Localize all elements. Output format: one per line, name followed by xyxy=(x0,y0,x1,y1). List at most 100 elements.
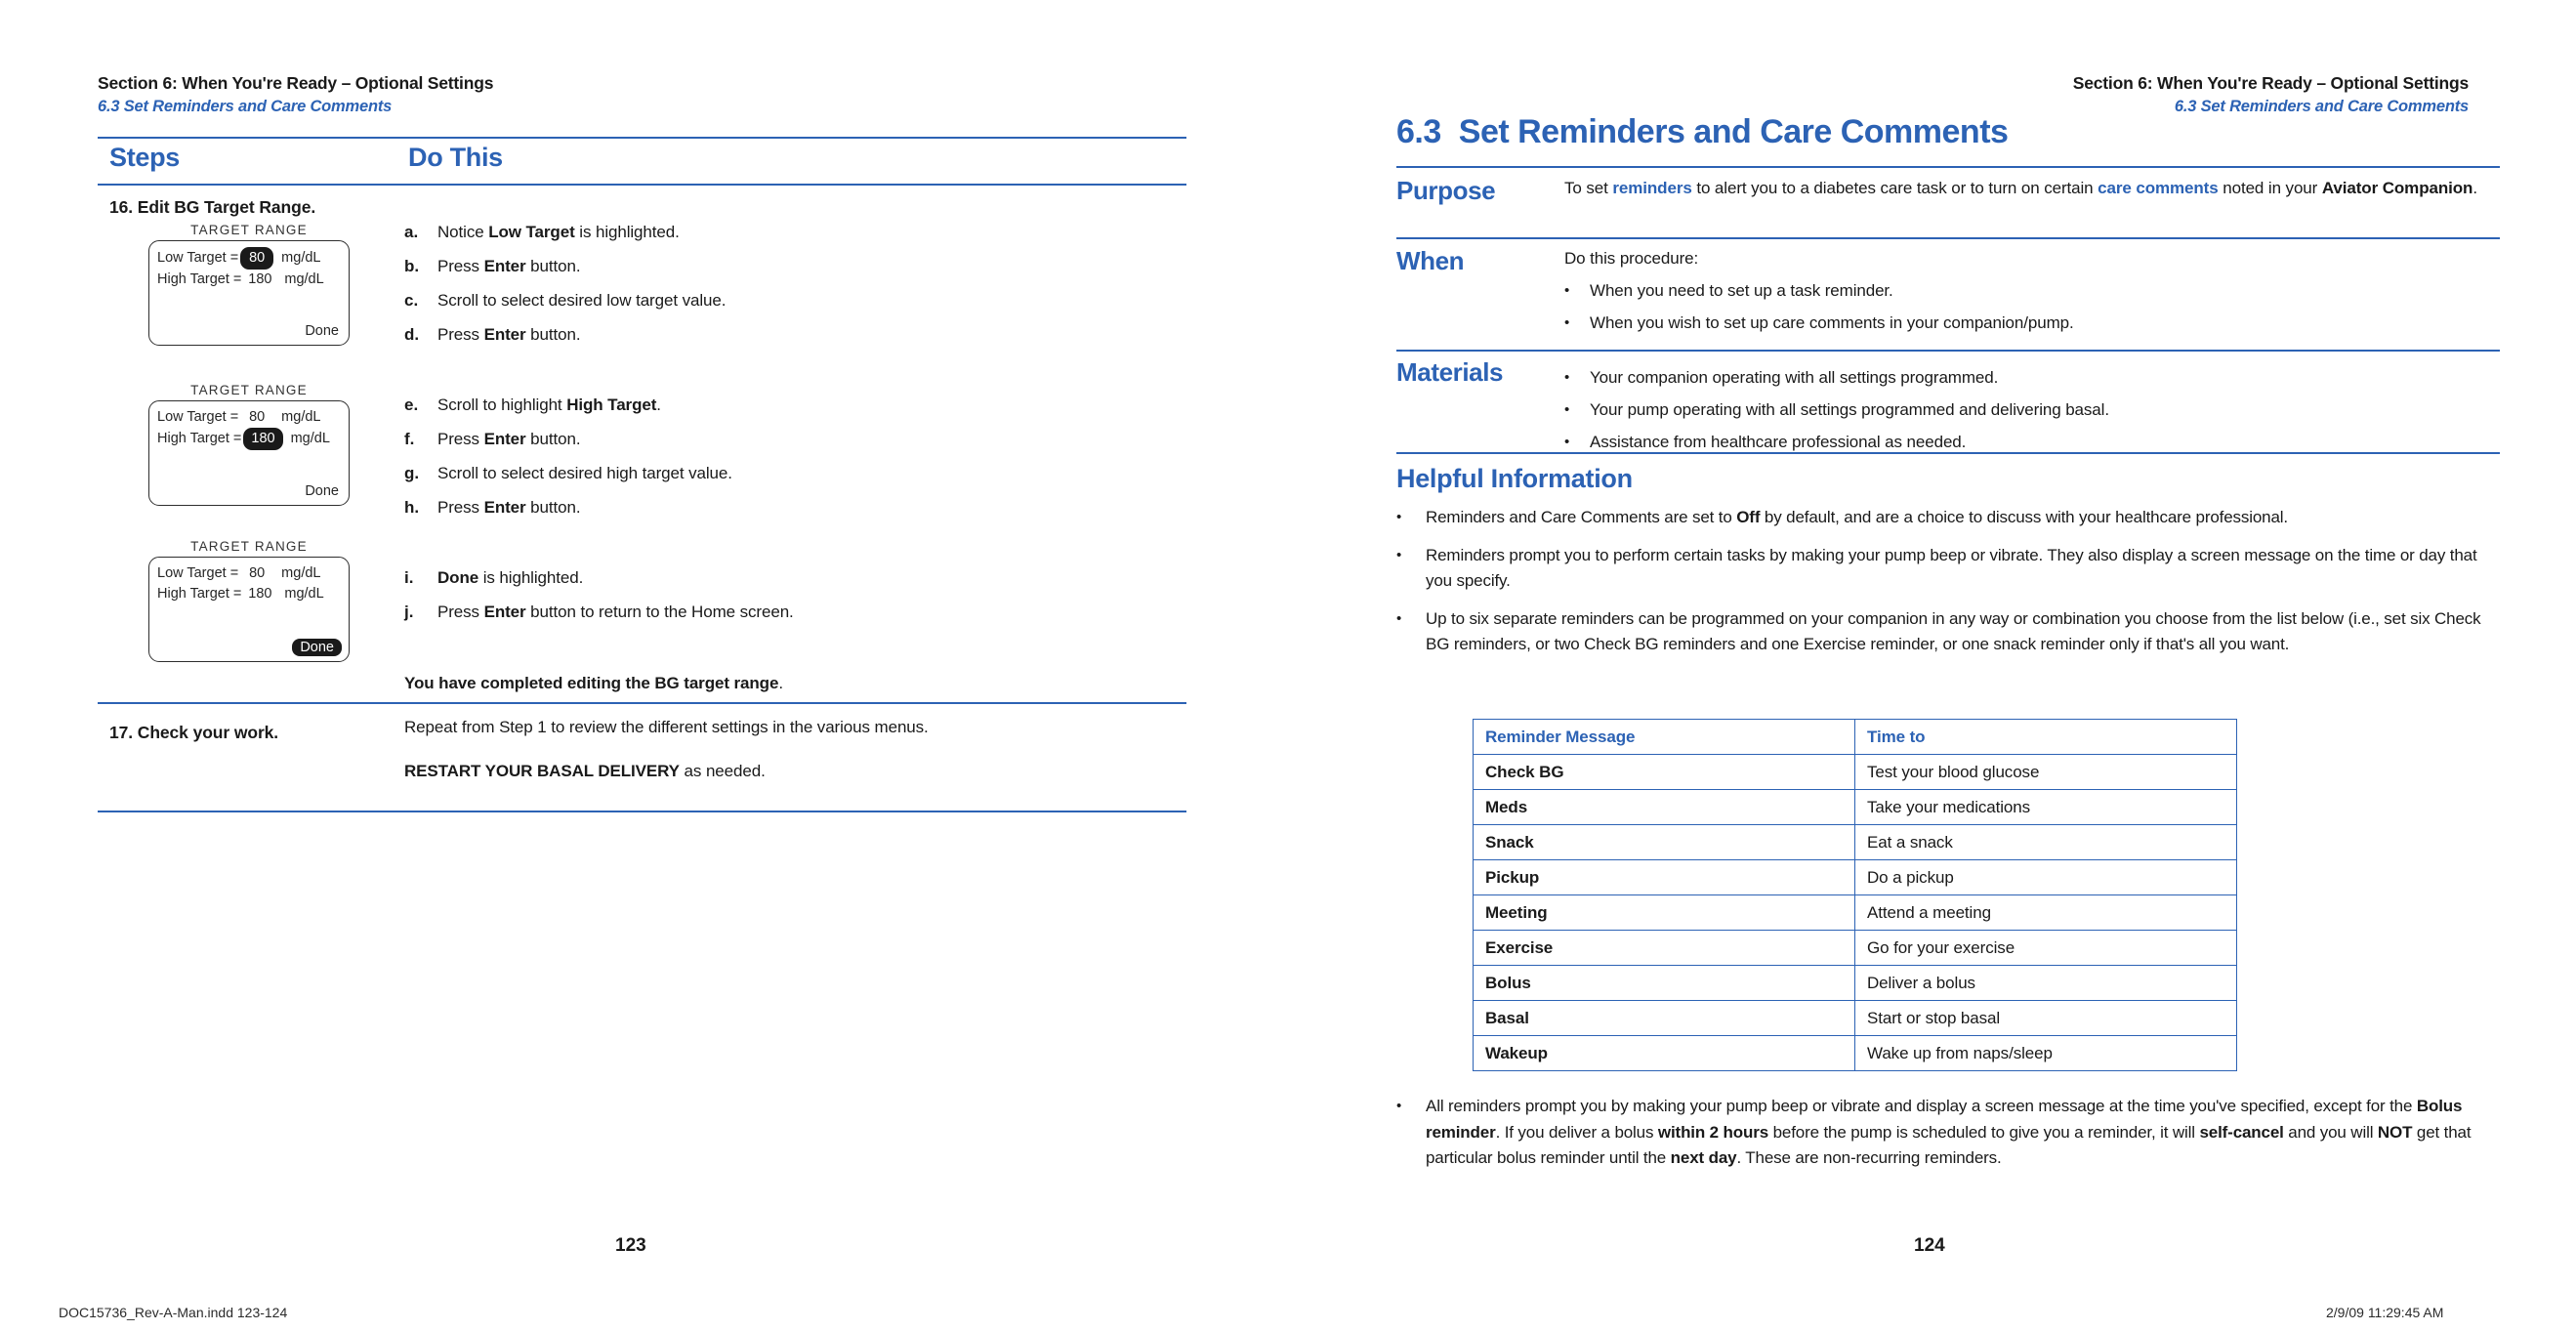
bullet-text: Your pump operating with all settings pr… xyxy=(1590,400,2109,419)
instruction-item: a. Notice Low Target is highlighted. xyxy=(404,219,1088,246)
device-screen-1-low-label: Low Target = xyxy=(157,250,239,266)
bullet-text: Your companion operating with all settin… xyxy=(1590,368,1999,387)
bullet-text: Assistance from healthcare professional … xyxy=(1590,433,1967,451)
reminder-message-cell: Meds xyxy=(1473,789,1855,825)
reminder-time-cell: Wake up from naps/sleep xyxy=(1854,1035,2237,1071)
bullet-dot-icon: • xyxy=(1396,1098,1402,1114)
helpful-bullet-item: • Up to six separate reminders can be pro… xyxy=(1396,606,2500,658)
instruction-item: h. Press Enter button. xyxy=(404,494,1088,521)
running-head-section-right: Section 6: When You're Ready – Optional … xyxy=(2072,73,2469,93)
helpful-bullet-text: Reminders prompt you to perform certain … xyxy=(1426,545,2477,591)
bullet-dot-icon: • xyxy=(1396,509,1402,525)
page-left: Section 6: When You're Ready – Optional … xyxy=(0,0,1288,1331)
bullet-text: When you need to set up a task reminder. xyxy=(1590,281,1893,300)
device-screen-3-low-unit: mg/dL xyxy=(281,565,321,581)
print-spread: Section 6: When You're Ready – Optional … xyxy=(0,0,2576,1331)
when-row: When Do this procedure: • When you need t… xyxy=(1396,246,2500,335)
running-head-right: Section 6: When You're Ready – Optional … xyxy=(2073,73,2469,116)
instruction-text: Press Enter button. xyxy=(437,325,581,344)
purpose-text: To set reminders to alert you to a diabe… xyxy=(1564,179,2477,197)
instruction-marker: e. xyxy=(404,395,419,414)
instruction-item: b. Press Enter button. xyxy=(404,253,1088,280)
bullet-text: When you wish to set up care comments in… xyxy=(1590,313,2074,332)
step-17-line-1: Repeat from Step 1 to review the differe… xyxy=(404,718,929,736)
materials-bullet-list: • Your companion operating with all setti… xyxy=(1564,365,2500,454)
device-screen-2-high-row: High Target = 180 mg/dL xyxy=(157,428,341,450)
reminder-time-cell: Do a pickup xyxy=(1854,859,2237,895)
bullet-dot-icon: • xyxy=(1564,401,1570,418)
device-screen-1-low-row: Low Target = 80 mg/dL xyxy=(157,247,341,270)
reminder-table-header-time: Time to xyxy=(1854,719,2237,755)
purpose-top-rule xyxy=(1396,166,2500,168)
instruction-text: Scroll to select desired high target val… xyxy=(437,464,732,482)
device-screen-3-high-value: 180 xyxy=(248,586,272,602)
reminder-message-cell: Pickup xyxy=(1473,859,1855,895)
steps-table: Steps Do This xyxy=(98,137,1186,183)
instruction-group-2: e. Scroll to highlight High Target. f. Pres… xyxy=(404,392,1088,528)
instruction-marker: d. xyxy=(404,325,420,344)
device-screen-3-done-label: Done xyxy=(292,639,342,656)
table-row: Meds Take your medications xyxy=(1473,789,2237,825)
helpful-bullet-text: Reminders and Care Comments are set to O… xyxy=(1426,508,2288,526)
device-screen-1-high-label: High Target = xyxy=(157,271,242,287)
when-label: When xyxy=(1396,246,1465,275)
imprint-right: 2/9/09 11:29:45 AM xyxy=(2326,1305,2444,1320)
section-title-text: Set Reminders and Care Comments xyxy=(1458,113,2009,150)
instruction-marker: b. xyxy=(404,257,420,275)
do-this-column-header: Do This xyxy=(408,143,503,172)
final-bullet-item: • All reminders prompt you by making your… xyxy=(1396,1094,2510,1172)
instruction-text: Scroll to select desired low target valu… xyxy=(437,291,727,310)
step-17-line-2: RESTART YOUR BASAL DELIVERY as needed. xyxy=(404,762,766,780)
instruction-group-1: a. Notice Low Target is highlighted. b. Pre… xyxy=(404,219,1088,355)
bullet-dot-icon: • xyxy=(1564,369,1570,386)
helpful-bullet-item: • Reminders and Care Comments are set to … xyxy=(1396,505,2500,531)
materials-body: • Your companion operating with all setti… xyxy=(1564,357,2500,454)
reminder-time-cell: Deliver a bolus xyxy=(1854,965,2237,1001)
when-top-rule xyxy=(1396,237,2500,239)
device-screen-2-body: Low Target = 80 mg/dL High Target = 180 … xyxy=(148,400,350,506)
instruction-text: Notice Low Target is highlighted. xyxy=(437,223,680,241)
bullet-item: • Your pump operating with all settings p… xyxy=(1564,397,2500,422)
reminder-time-cell: Attend a meeting xyxy=(1854,894,2237,931)
instruction-item: j. Press Enter button to return to the Ho… xyxy=(404,599,1088,626)
instruction-item: c. Scroll to select desired low target va… xyxy=(404,287,1088,314)
instruction-marker: f. xyxy=(404,430,415,448)
section-title-block: 6.3 Set Reminders and Care Comments xyxy=(1396,113,2009,151)
running-head-section: Section 6: When You're Ready – Optional … xyxy=(98,73,494,93)
when-bullet-list: • When you need to set up a task reminder… xyxy=(1564,278,2500,335)
bullet-dot-icon: • xyxy=(1564,314,1570,331)
table-row: Exercise Go for your exercise xyxy=(1473,930,2237,966)
helpful-information-title: Helpful Information xyxy=(1396,464,1633,493)
reminder-message-cell: Check BG xyxy=(1473,754,1855,790)
instruction-item: d. Press Enter button. xyxy=(404,321,1088,349)
instruction-item: e. Scroll to highlight High Target. xyxy=(404,392,1088,419)
reminder-time-cell: Start or stop basal xyxy=(1854,1000,2237,1036)
device-screen-3-title: TARGET RANGE xyxy=(190,539,308,554)
running-head-left: Section 6: When You're Ready – Optional … xyxy=(98,73,493,116)
when-body: Do this procedure: • When you need to set… xyxy=(1564,246,2500,335)
device-screen-2-high-value: 180 xyxy=(243,428,283,450)
instruction-text: Done is highlighted. xyxy=(437,568,584,587)
device-screen-3-low-value: 80 xyxy=(249,565,266,581)
device-screen-2-done-label: Done xyxy=(305,483,339,499)
device-screen-2-low-unit: mg/dL xyxy=(281,409,321,425)
bullet-item: • Assistance from healthcare professional… xyxy=(1564,430,2500,454)
instruction-text: Press Enter button. xyxy=(437,430,581,448)
bullet-item: • Your companion operating with all setti… xyxy=(1564,365,2500,390)
device-screen-1-high-unit: mg/dL xyxy=(284,271,324,287)
running-head-subsection: 6.3 Set Reminders and Care Comments xyxy=(98,98,393,115)
final-bullet-note: • All reminders prompt you by making your… xyxy=(1396,1094,2510,1184)
step-17-title: 17. Check your work. xyxy=(109,723,279,742)
materials-bottom-rule xyxy=(1396,452,2500,454)
bullet-dot-icon: • xyxy=(1564,282,1570,299)
reminder-time-cell: Go for your exercise xyxy=(1854,930,2237,966)
materials-label: Materials xyxy=(1396,357,1504,387)
bullet-item: • When you wish to set up care comments i… xyxy=(1564,311,2500,335)
device-screen-3-low-label: Low Target = xyxy=(157,565,239,581)
device-screen-3-high-unit: mg/dL xyxy=(284,586,324,602)
instruction-marker: c. xyxy=(404,291,419,310)
device-screen-1-high-value: 180 xyxy=(248,271,272,287)
table-row: Bolus Deliver a bolus xyxy=(1473,965,2237,1001)
running-head-subsection-right: 6.3 Set Reminders and Care Comments xyxy=(2174,98,2469,115)
device-screen-1-low-unit: mg/dL xyxy=(281,250,321,266)
